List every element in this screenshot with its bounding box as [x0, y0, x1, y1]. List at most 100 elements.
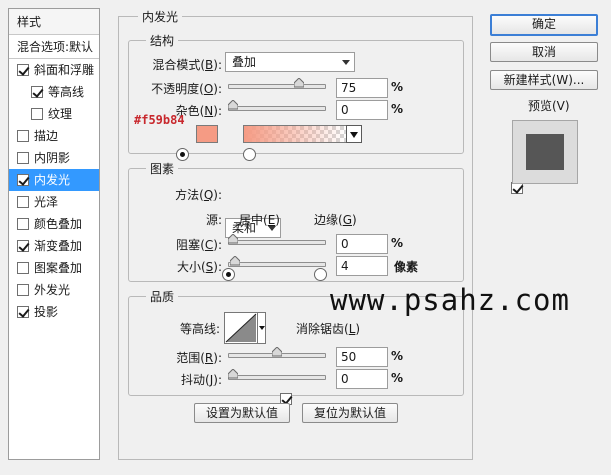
range-slider[interactable] — [228, 347, 326, 358]
opacity-label: 不透明度(O): — [151, 82, 222, 96]
style-item[interactable]: 内阴影 — [9, 147, 99, 169]
style-item-checkbox[interactable] — [17, 130, 29, 142]
noise-input[interactable]: 0 — [336, 100, 388, 120]
contour-dropdown-button[interactable] — [257, 312, 266, 344]
style-item-label: 内发光 — [34, 173, 71, 187]
style-item[interactable]: 斜面和浮雕 — [9, 59, 99, 81]
reset-default-button[interactable]: 复位为默认值 — [302, 403, 398, 423]
noise-slider-track — [228, 106, 326, 111]
choke-slider-thumb[interactable] — [228, 234, 238, 244]
choke-input[interactable]: 0 — [336, 234, 388, 254]
structure-title: 结构 — [146, 32, 179, 49]
opacity-slider-track — [228, 84, 326, 89]
range-slider-thumb[interactable] — [272, 347, 282, 357]
style-item-label: 纹理 — [48, 107, 73, 121]
style-item-label: 外发光 — [34, 283, 71, 297]
style-item[interactable]: 投影 — [9, 301, 99, 323]
method-label: 方法(Q): — [175, 188, 222, 202]
source-center-label[interactable]: 居中(E) — [239, 211, 280, 228]
contour-curve-icon — [225, 313, 257, 343]
noise-slider-thumb[interactable] — [228, 100, 238, 110]
style-item-label: 光泽 — [34, 195, 59, 209]
style-item-checkbox[interactable] — [17, 240, 29, 252]
style-item-checkbox[interactable] — [17, 262, 29, 274]
source-center-radio[interactable] — [222, 268, 235, 281]
source-edge-label[interactable]: 边缘(G) — [314, 211, 357, 228]
opacity-slider-thumb[interactable] — [294, 78, 304, 88]
jitter-unit: % — [391, 371, 404, 385]
choke-label: 阻塞(C): — [176, 238, 222, 252]
blending-options-item[interactable]: 混合选项:默认 — [9, 35, 99, 59]
style-item-checkbox[interactable] — [31, 86, 43, 98]
style-item-label: 渐变叠加 — [34, 239, 83, 253]
opacity-input[interactable]: 75 — [336, 78, 388, 98]
panel-title: 内发光 — [138, 8, 183, 25]
style-item-checkbox[interactable] — [17, 152, 29, 164]
jitter-slider[interactable] — [228, 369, 326, 380]
elements-title: 图素 — [146, 160, 179, 177]
opacity-unit: % — [391, 80, 404, 94]
style-item-checkbox[interactable] — [17, 284, 29, 296]
chevron-down-icon — [350, 132, 358, 138]
source-edge-radio[interactable] — [313, 268, 327, 281]
set-default-button[interactable]: 设置为默认值 — [194, 403, 290, 423]
style-item[interactable]: 颜色叠加 — [9, 213, 99, 235]
style-item[interactable]: 纹理 — [9, 103, 99, 125]
style-item-checkbox[interactable] — [31, 108, 43, 120]
noise-slider[interactable] — [228, 100, 326, 111]
style-item-label: 等高线 — [48, 85, 85, 99]
style-item-checkbox[interactable] — [17, 306, 29, 318]
cancel-button[interactable]: 取消 — [490, 42, 598, 62]
style-item-checkbox[interactable] — [17, 196, 29, 208]
size-slider-track — [228, 262, 326, 267]
range-unit: % — [391, 349, 404, 363]
contour-label: 等高线: — [179, 322, 220, 336]
ok-button[interactable]: 确定 — [490, 14, 598, 36]
size-label: 大小(S): — [176, 260, 222, 274]
style-item-label: 内阴影 — [34, 151, 71, 165]
range-label: 范围(R): — [176, 351, 222, 365]
style-item-label: 投影 — [34, 305, 59, 319]
contour-picker[interactable] — [224, 312, 258, 344]
gradient-radio[interactable] — [242, 148, 256, 161]
source-label: 源: — [205, 213, 222, 227]
choke-unit: % — [391, 236, 404, 250]
style-item-checkbox[interactable] — [17, 218, 29, 230]
choke-slider-track — [228, 240, 326, 245]
style-item[interactable]: 描边 — [9, 125, 99, 147]
range-input[interactable]: 50 — [336, 347, 388, 367]
jitter-slider-track — [228, 375, 326, 380]
style-item-label: 斜面和浮雕 — [34, 63, 95, 77]
anti-alias-label[interactable]: 消除锯齿(L) — [296, 320, 360, 337]
style-item[interactable]: 渐变叠加 — [9, 235, 99, 257]
style-item-checkbox[interactable] — [17, 64, 29, 76]
jitter-label: 抖动(J): — [181, 373, 222, 387]
style-item[interactable]: 光泽 — [9, 191, 99, 213]
new-style-button[interactable]: 新建样式(W)... — [490, 70, 598, 90]
styles-title[interactable]: 样式 — [9, 9, 99, 35]
size-slider[interactable] — [228, 256, 326, 267]
size-input[interactable]: 4 — [336, 256, 388, 276]
jitter-slider-thumb[interactable] — [228, 369, 238, 379]
glow-color-swatch[interactable] — [196, 125, 218, 143]
style-item-checkbox[interactable] — [17, 174, 29, 186]
color-hex-annotation: #f59b84 — [134, 113, 185, 127]
choke-slider[interactable] — [228, 234, 326, 245]
opacity-slider[interactable] — [228, 78, 326, 89]
preview-label[interactable]: 预览(V) — [528, 97, 570, 114]
style-item[interactable]: 外发光 — [9, 279, 99, 301]
style-preview-box — [512, 120, 578, 184]
jitter-input[interactable]: 0 — [336, 369, 388, 389]
blend-mode-select[interactable]: 叠加 — [225, 52, 355, 72]
size-slider-thumb[interactable] — [229, 256, 240, 266]
size-unit: 像素 — [394, 260, 419, 274]
gradient-dropdown-button[interactable] — [346, 125, 362, 143]
style-item[interactable]: 内发光 — [9, 169, 99, 191]
watermark-text: www.psahz.com — [330, 283, 570, 317]
style-item-label: 图案叠加 — [34, 261, 83, 275]
quality-title: 品质 — [146, 288, 179, 305]
style-item[interactable]: 图案叠加 — [9, 257, 99, 279]
glow-gradient-preview[interactable] — [243, 125, 347, 143]
chevron-down-icon — [259, 326, 265, 330]
style-item[interactable]: 等高线 — [9, 81, 99, 103]
